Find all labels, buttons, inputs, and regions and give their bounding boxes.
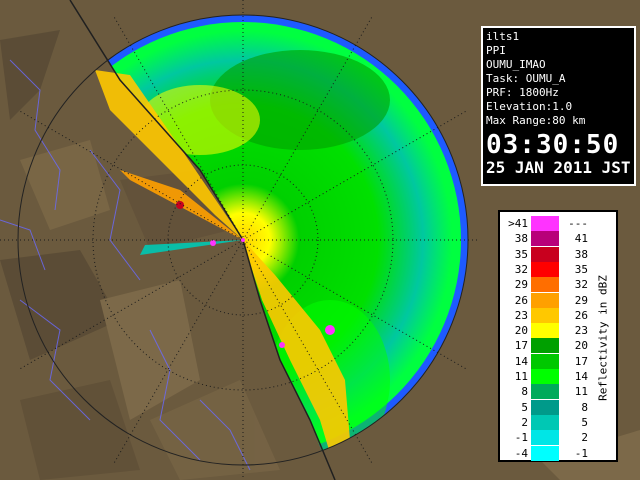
legend-upper-value: -1 [574, 446, 588, 460]
legend-color-swatch [531, 353, 559, 369]
legend-title: Reflectivity in dBZ [596, 275, 610, 401]
legend-upper-value: 35 [574, 262, 588, 276]
legend-color-swatch [531, 261, 559, 277]
legend-color-swatch [531, 231, 559, 247]
legend-row: >41 --- [504, 216, 588, 231]
legend-lower-value: 11 [514, 370, 528, 383]
legend-lower-value: 2 [521, 415, 528, 429]
task-name: Task: OUMU_A [486, 72, 566, 85]
legend-lower-value: -1 [514, 431, 528, 445]
radar-name: ilts1 [486, 30, 520, 43]
legend-lower-value: 17 [514, 339, 528, 353]
legend-upper-value: 32 [574, 278, 588, 292]
reflectivity-legend: >41 --- 38 41 35 38 32 35 29 32 26 29 23 26 20 23 17 20 14… [498, 210, 618, 462]
legend-upper-value: 17 [574, 354, 588, 368]
legend-color-swatch [531, 369, 559, 384]
legend-row: -4 -1 [504, 445, 588, 461]
info-panel: ilts1 PPI OUMU_IMAO Task: OUMU_A PRF: 18… [481, 26, 636, 186]
max-range-value: Max Range:80 km [486, 114, 586, 127]
legend-upper-value: 26 [574, 308, 588, 322]
legend-lower-value: 23 [514, 308, 528, 322]
legend-lower-value: 8 [521, 385, 528, 399]
legend-row: 8 11 [504, 384, 588, 400]
legend-row: 25 [504, 414, 588, 430]
legend-color-swatch [531, 384, 559, 400]
legend-upper-value: 23 [574, 324, 588, 338]
legend-row: 11 14 [504, 369, 588, 384]
legend-upper-value: 11 [574, 385, 588, 399]
legend-row: 58 [504, 399, 588, 415]
legend-color-swatch [531, 277, 559, 293]
legend-upper-value: --- [568, 217, 588, 230]
legend-color-swatch [531, 338, 559, 354]
legend-row: 35 38 [504, 246, 588, 262]
observation-time: 03:30:50 [486, 130, 620, 160]
legend-lower-value: 32 [514, 262, 528, 276]
legend-upper-value: 41 [574, 232, 588, 246]
legend-lower-value: 26 [514, 293, 528, 307]
legend-row: 20 23 [504, 323, 588, 339]
legend-color-swatch [531, 430, 559, 446]
legend-color-swatch [531, 445, 559, 461]
legend-lower-value: 38 [514, 232, 528, 246]
legend-color-swatch [531, 414, 559, 430]
legend-upper-value: 38 [574, 247, 588, 261]
legend-color-swatch [531, 246, 559, 262]
legend-row: 32 35 [504, 261, 588, 277]
legend-color-swatch [531, 216, 559, 231]
legend-lower-value: 35 [514, 247, 528, 261]
legend-upper-value: 2 [581, 431, 588, 445]
legend-color-swatch [531, 292, 559, 308]
elevation-value: Elevation:1.0 [486, 100, 573, 113]
legend-row: 29 32 [504, 277, 588, 293]
legend-color-swatch [531, 323, 559, 339]
site-name: OUMU_IMAO [486, 58, 546, 71]
legend-row: 17 20 [504, 338, 588, 354]
legend-color-swatch [531, 307, 559, 323]
legend-upper-value: 5 [581, 415, 588, 429]
legend-lower-value: 20 [514, 324, 528, 338]
legend-lower-value: >41 [508, 217, 528, 230]
legend-row: -1 2 [504, 430, 588, 446]
legend-color-swatch [531, 399, 559, 415]
product-type: PPI [486, 44, 506, 57]
legend-upper-value: 8 [581, 400, 588, 414]
prf-value: PRF: 1800Hz [486, 86, 559, 99]
legend-row: 23 26 [504, 307, 588, 323]
radar-display: ilts1 PPI OUMU_IMAO Task: OUMU_A PRF: 18… [0, 0, 640, 480]
radar-site-marker [241, 238, 245, 242]
observation-date: 25 JAN 2011 JST [486, 158, 631, 177]
legend-row: 38 41 [504, 231, 588, 247]
legend-upper-value: 29 [574, 293, 588, 307]
legend-upper-value: 14 [574, 370, 588, 383]
legend-upper-value: 20 [574, 339, 588, 353]
legend-lower-value: 14 [514, 354, 528, 368]
legend-lower-value: -4 [514, 446, 528, 460]
legend-lower-value: 5 [521, 400, 528, 414]
legend-lower-value: 29 [514, 278, 528, 292]
legend-row: 14 17 [504, 353, 588, 369]
legend-row: 26 29 [504, 292, 588, 308]
